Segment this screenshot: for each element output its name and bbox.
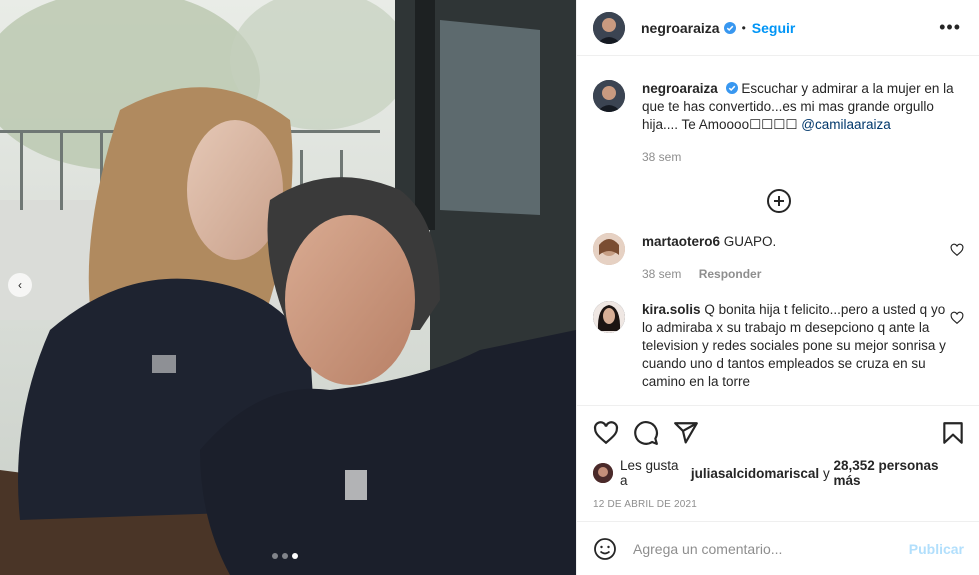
post-actions: Les gusta a juliasalcidomariscal y 28,35…	[577, 405, 979, 510]
post-header: negroaraiza • Seguir •••	[577, 0, 979, 56]
comment-item: martaotero6 GUAPO. 38 sem Responder	[593, 233, 964, 283]
comment-icon[interactable]	[633, 420, 659, 446]
photo-image	[0, 0, 576, 575]
likes-middle: y	[822, 465, 830, 481]
post-caption: negroaraiza Escuchar y admirar a la muje…	[593, 57, 964, 166]
share-icon[interactable]	[673, 420, 699, 446]
more-options-icon[interactable]: •••	[939, 18, 961, 36]
caption-username[interactable]: negroaraiza	[642, 81, 718, 96]
emoji-icon[interactable]	[593, 537, 617, 561]
verified-badge-icon	[725, 82, 738, 94]
carousel-dot-active	[292, 553, 298, 559]
comment-username[interactable]: martaotero6	[642, 234, 720, 249]
carousel-indicator	[272, 553, 298, 559]
publish-button[interactable]: Publicar	[909, 541, 964, 557]
comment-timestamp[interactable]: 38 sem	[642, 267, 681, 281]
carousel-prev-button[interactable]: ‹	[8, 273, 32, 297]
caption-mention-link[interactable]: @camilaaraiza	[801, 117, 890, 132]
action-bar	[593, 406, 964, 458]
caption-meta: 38 sem	[642, 148, 956, 166]
avatar[interactable]	[593, 301, 625, 333]
comments-list[interactable]: negroaraiza Escuchar y admirar a la muje…	[577, 57, 979, 405]
likes-summary: Les gusta a juliasalcidomariscal y 28,35…	[593, 458, 964, 488]
reply-button[interactable]: Responder	[699, 267, 762, 281]
comment-item: kira.solis Q bonita hija t felicito...pe…	[593, 301, 964, 391]
bookmark-icon[interactable]	[940, 420, 966, 446]
likes-count[interactable]: 28,352 personas más	[833, 458, 964, 488]
add-comment-bar: Publicar	[577, 521, 979, 575]
avatar[interactable]	[593, 11, 625, 44]
post-photo[interactable]: ‹	[0, 0, 576, 575]
avatar[interactable]	[593, 80, 625, 112]
carousel-dot	[282, 553, 288, 559]
plus-circle-icon	[766, 189, 791, 213]
post-author-username[interactable]: negroaraiza	[641, 20, 720, 36]
comment-meta: 38 sem Responder	[642, 265, 956, 283]
caption-timestamp[interactable]: 38 sem	[642, 150, 681, 164]
avatar[interactable]	[593, 233, 625, 265]
likes-prefix: Les gusta a	[620, 458, 679, 488]
comment-like-heart-icon[interactable]	[950, 311, 964, 325]
heart-icon[interactable]	[593, 420, 619, 446]
separator: •	[741, 20, 746, 35]
post-details-panel: negroaraiza • Seguir ••• negroaraiza Esc…	[576, 0, 979, 575]
liker-username[interactable]: juliasalcidomariscal	[691, 466, 819, 481]
comment-text: GUAPO.	[723, 234, 777, 249]
follow-button[interactable]: Seguir	[752, 20, 796, 36]
avatar[interactable]	[593, 463, 613, 483]
load-more-comments-button[interactable]	[593, 189, 964, 213]
comment-username[interactable]: kira.solis	[642, 302, 701, 317]
post-date[interactable]: 12 DE ABRIL DE 2021	[593, 499, 964, 510]
verified-badge-icon	[723, 21, 736, 34]
comment-input[interactable]	[633, 540, 909, 557]
comment-like-heart-icon[interactable]	[950, 243, 964, 257]
chevron-left-icon: ‹	[18, 278, 22, 292]
carousel-dot	[272, 553, 278, 559]
